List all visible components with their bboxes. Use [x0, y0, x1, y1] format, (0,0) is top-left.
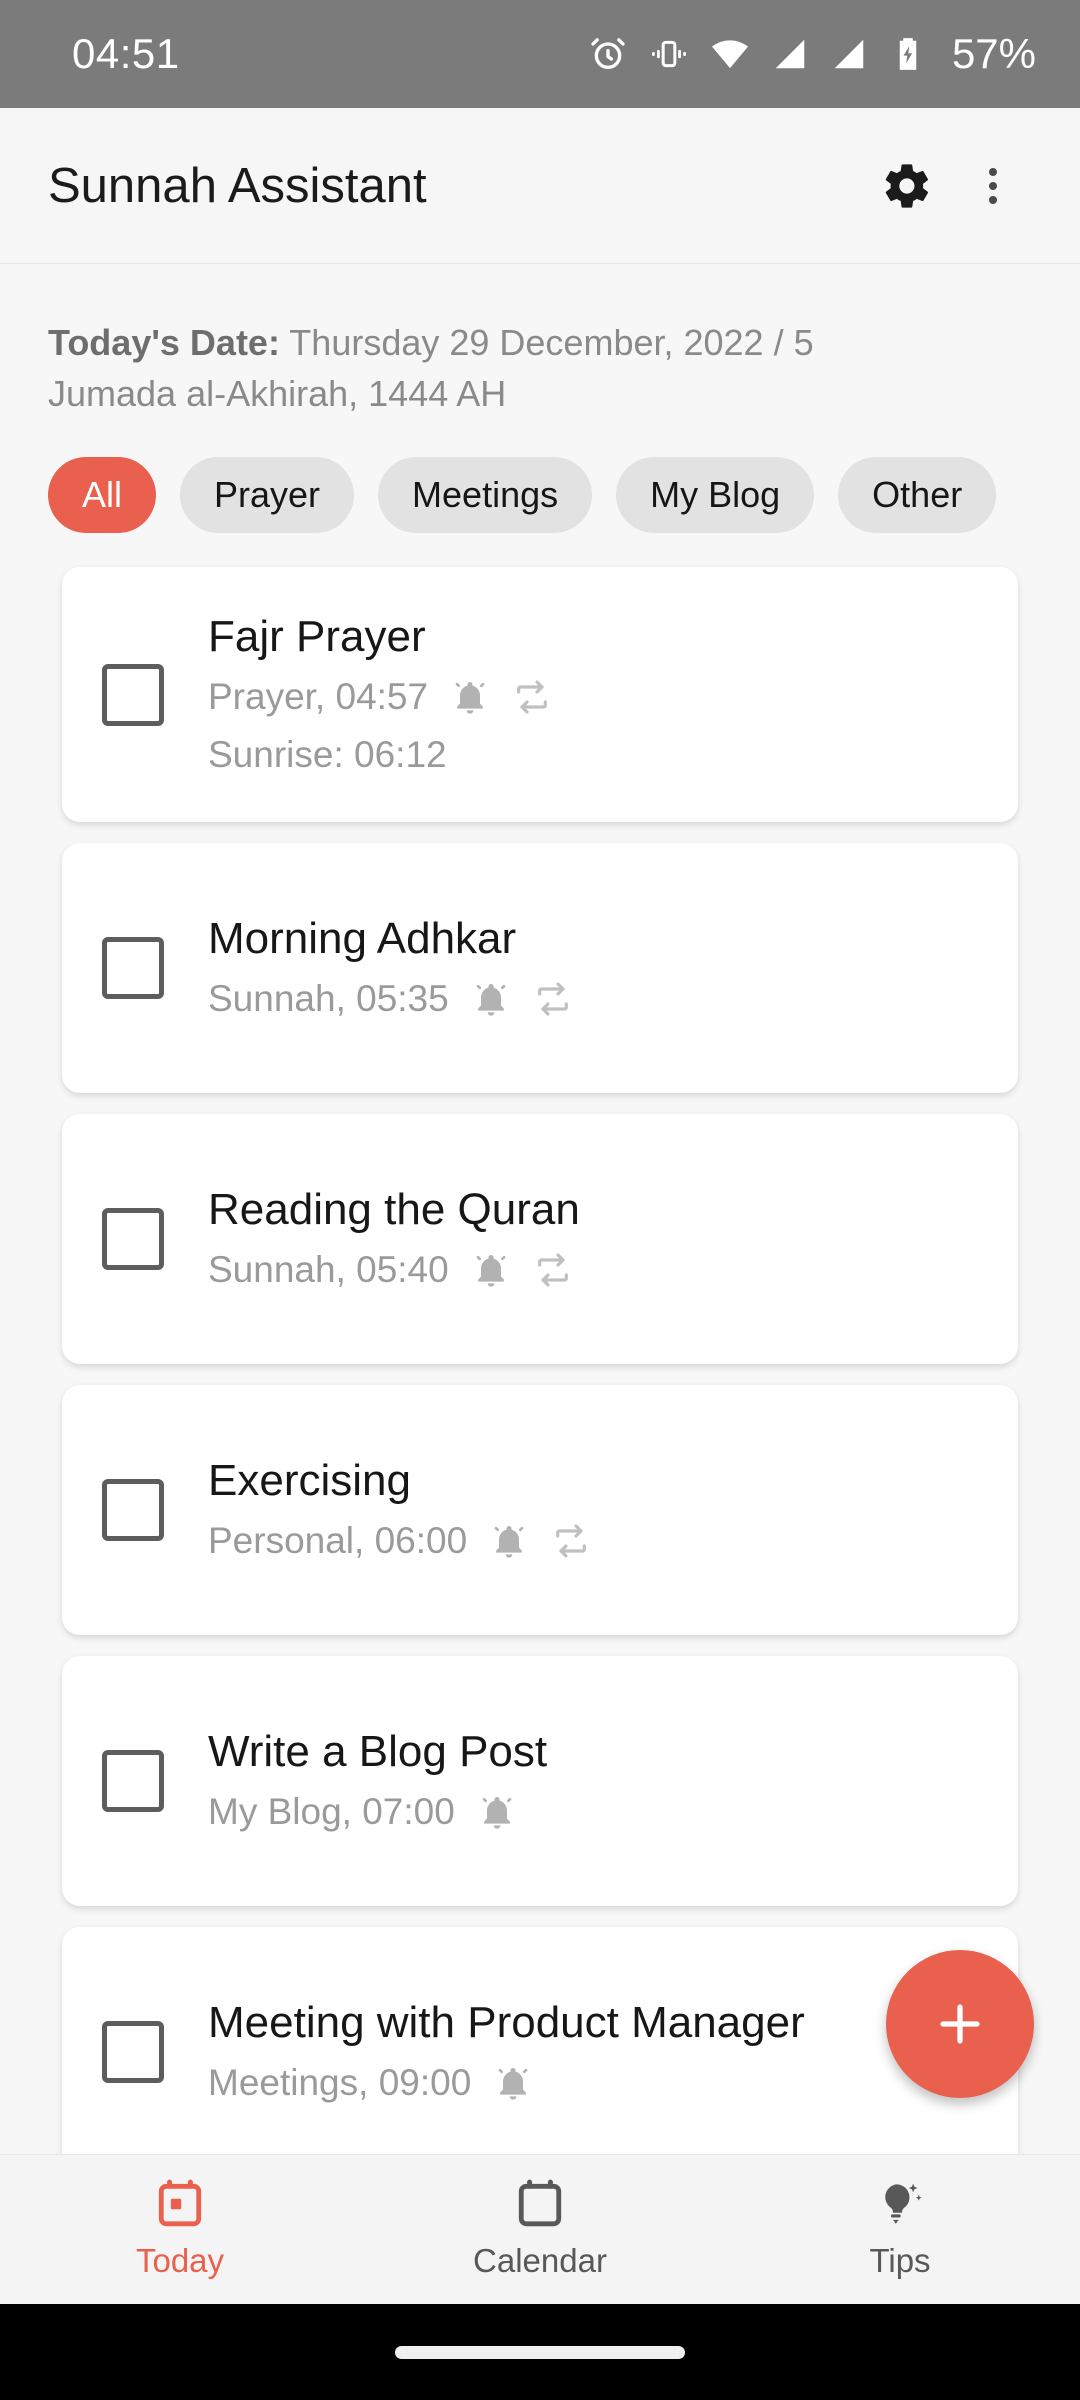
gesture-navigation-bar — [0, 2304, 1080, 2400]
nav-item-calendar[interactable]: Calendar — [360, 2179, 720, 2280]
task-category-time: Meetings, 09:00 — [208, 2062, 472, 2103]
task-status-icons — [471, 979, 573, 1019]
notification-bell-icon — [455, 681, 485, 714]
nav-item-label: Tips — [869, 2242, 931, 2279]
filter-chip-all[interactable]: All — [48, 457, 157, 533]
task-title: Fajr Prayer — [208, 611, 426, 661]
todays-date: Today's Date: Thursday 29 December, 2022… — [0, 265, 900, 419]
nav-item-label: Calendar — [473, 2242, 607, 2279]
calendar-icon — [518, 2179, 562, 2227]
task-meta-row: Prayer, 04:57 — [208, 668, 978, 726]
scrollable-content[interactable]: Today's Date: Thursday 29 December, 2022… — [0, 265, 1080, 2154]
task-sunrise-info: Sunrise: 06:12 — [208, 733, 447, 775]
task-category-time: Sunnah, 05:40 — [208, 1249, 449, 1290]
task-text-block: Exercising Personal, 06:00 — [208, 1450, 978, 1570]
notification-bell-icon — [476, 984, 506, 1016]
battery-charging-icon — [899, 38, 917, 70]
nav-item-label: Today — [135, 2242, 225, 2279]
filter-chip-my-blog[interactable]: My Blog — [616, 457, 815, 533]
task-checkbox[interactable] — [102, 1479, 164, 1541]
more-vertical-icon — [989, 167, 997, 204]
task-status-icons — [477, 1792, 517, 1832]
task-card[interactable]: Fajr Prayer Prayer, 04:57 Sunrise: 06:12 — [62, 567, 1018, 822]
task-title: Morning Adhkar — [208, 914, 517, 963]
repeat-icon — [556, 1524, 587, 1558]
task-status-icons — [450, 677, 552, 717]
signal-icon — [775, 39, 805, 69]
task-text-block: Write a Blog Post My Blog, 07:00 — [208, 1721, 978, 1841]
calendar-today-icon — [158, 2179, 202, 2227]
task-checkbox[interactable] — [102, 2021, 164, 2083]
lightbulb-icon — [875, 2179, 925, 2234]
plus-icon — [940, 2004, 980, 2044]
notification-bell-icon — [494, 1526, 524, 1558]
task-status-icons — [493, 2063, 533, 2103]
gear-icon — [885, 163, 928, 208]
task-card[interactable]: Meeting with Product Manager Meetings, 09… — [62, 1927, 1018, 2154]
task-checkbox[interactable] — [102, 937, 164, 999]
overflow-menu-button[interactable] — [950, 143, 1036, 229]
task-meta-row: Sunnah, 05:40 — [208, 1241, 978, 1299]
lightbulb-icon — [885, 2183, 922, 2224]
notification-bell-icon — [482, 1797, 512, 1829]
task-card[interactable]: Morning Adhkar Sunnah, 05:35 — [62, 843, 1018, 1093]
task-checkbox[interactable] — [102, 1750, 164, 1812]
filter-chip-meetings[interactable]: Meetings — [378, 457, 593, 533]
app-bar: Sunnah Assistant — [0, 108, 1080, 264]
nav-item-tips[interactable]: Tips — [720, 2179, 1080, 2280]
task-status-icons — [489, 1521, 591, 1561]
task-meta-row: Meetings, 09:00 — [208, 2054, 978, 2112]
page-title: Sunnah Assistant — [48, 158, 427, 213]
notification-bell-icon — [476, 1255, 506, 1287]
battery-percent-label: 57% — [951, 30, 1036, 77]
task-title: Reading the Quran — [208, 1185, 580, 1234]
signal-icon — [834, 39, 864, 69]
task-title: Exercising — [208, 1456, 411, 1505]
task-text-block: Fajr Prayer Prayer, 04:57 Sunrise: 06:12 — [208, 606, 978, 784]
settings-button[interactable] — [864, 143, 950, 229]
vibrate-icon — [651, 40, 686, 68]
task-meta-row: Personal, 06:00 — [208, 1512, 978, 1570]
status-bar-clock: 04:51 — [72, 30, 180, 77]
status-bar: 04:51 57% — [0, 0, 1080, 108]
filter-chip-prayer[interactable]: Prayer — [180, 457, 355, 533]
task-checkbox[interactable] — [102, 663, 164, 726]
task-list[interactable]: Fajr Prayer Prayer, 04:57 Sunrise: 06:12 Mo… — [0, 533, 1080, 2154]
notification-bell-icon — [498, 2068, 528, 2100]
calendar-icon — [515, 2179, 565, 2234]
task-text-block: Morning Adhkar Sunnah, 05:35 — [208, 908, 978, 1028]
task-card[interactable]: Reading the Quran Sunnah, 05:40 — [62, 1114, 1018, 1364]
gesture-pill[interactable] — [395, 2345, 685, 2359]
task-category-time: Personal, 06:00 — [208, 1520, 468, 1561]
repeat-icon — [517, 679, 548, 714]
task-text-block: Reading the Quran Sunnah, 05:40 — [208, 1179, 978, 1299]
alarm-icon — [591, 38, 625, 69]
task-title: Write a Blog Post — [208, 1727, 548, 1776]
task-status-icons — [471, 1250, 573, 1290]
task-card[interactable]: Write a Blog Post My Blog, 07:00 — [62, 1656, 1018, 1906]
repeat-icon — [537, 982, 568, 1016]
task-meta-row: My Blog, 07:00 — [208, 1783, 978, 1841]
repeat-icon — [537, 1253, 568, 1287]
calendar-today-icon — [155, 2179, 205, 2234]
task-checkbox[interactable] — [102, 1208, 164, 1270]
bottom-navigation[interactable]: Today Calendar Tips — [0, 2154, 1080, 2304]
task-category-time: Prayer, 04:57 — [208, 675, 429, 717]
filter-chip-other[interactable]: Other — [838, 457, 997, 533]
task-category-time: My Blog, 07:00 — [208, 1791, 455, 1832]
task-title: Meeting with Product Manager — [208, 1998, 805, 2047]
task-category-time: Sunnah, 05:35 — [208, 978, 449, 1019]
task-text-block: Meeting with Product Manager Meetings, 09… — [208, 1992, 978, 2112]
category-filter-chips[interactable]: All Prayer Meetings My Blog Other — [0, 419, 1080, 533]
status-bar-icons: 57% — [588, 30, 1036, 78]
todays-date-label: Today's Date: — [48, 322, 280, 363]
nav-item-today[interactable]: Today — [0, 2179, 360, 2280]
wifi-icon — [711, 40, 748, 69]
add-task-fab[interactable] — [886, 1950, 1034, 2098]
task-meta-row: Sunnah, 05:35 — [208, 970, 978, 1028]
task-card[interactable]: Exercising Personal, 06:00 — [62, 1385, 1018, 1635]
